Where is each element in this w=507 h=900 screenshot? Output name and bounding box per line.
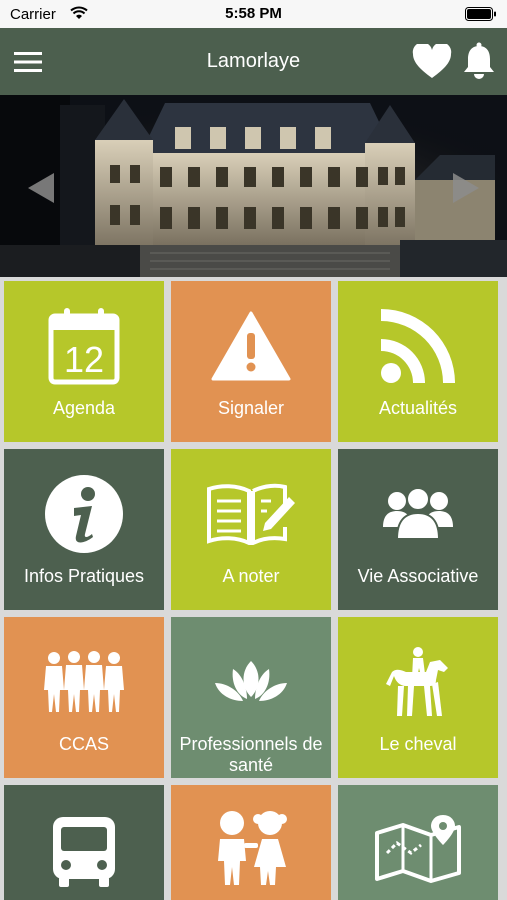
tile-a-noter[interactable]: A noter — [171, 449, 331, 610]
tile-agenda[interactable]: 12 Agenda — [4, 281, 164, 442]
group-icon — [383, 487, 453, 540]
tile-label: Professionnels de santé — [179, 734, 323, 775]
lotus-icon — [215, 661, 287, 701]
children-icon — [218, 811, 287, 885]
tile-label: Infos Pratiques — [23, 566, 145, 586]
tile-plan[interactable] — [338, 785, 498, 900]
menu-grid: 12 Agenda Signaler Actualités Infos Prat… — [0, 277, 507, 900]
info-icon — [45, 475, 123, 553]
carousel-next-icon[interactable] — [451, 173, 481, 203]
tile-infos-pratiques[interactable]: Infos Pratiques — [4, 449, 164, 610]
status-bar: Carrier 5:58 PM — [0, 0, 507, 28]
calendar-day: 12 — [64, 339, 104, 380]
chateau-photo — [0, 95, 507, 277]
tile-signaler[interactable]: Signaler — [171, 281, 331, 442]
bus-icon — [53, 817, 115, 887]
tile-label: A noter — [222, 566, 280, 586]
heart-icon[interactable] — [412, 44, 452, 80]
tile-bus[interactable] — [4, 785, 164, 900]
tile-label: Agenda — [52, 398, 116, 418]
people-icon — [44, 651, 124, 712]
tile-label: Le cheval — [379, 734, 457, 754]
tile-label: Signaler — [217, 398, 285, 418]
bell-icon[interactable] — [462, 42, 496, 80]
tile-actualites[interactable]: Actualités — [338, 281, 498, 442]
hero-banner[interactable] — [0, 95, 507, 277]
tile-enfance[interactable] — [171, 785, 331, 900]
tile-label: CCAS — [58, 734, 109, 754]
tile-le-cheval[interactable]: Le cheval — [338, 617, 498, 778]
notebook-icon — [207, 483, 295, 545]
tile-ccas[interactable]: CCAS — [4, 617, 164, 778]
clock: 5:58 PM — [225, 5, 282, 22]
tile-label: Vie Associative — [357, 566, 479, 586]
app-header: Lamorlaye — [0, 28, 507, 95]
tile-professionnels-sante[interactable]: Professionnels de santé — [171, 617, 331, 778]
tile-label: Actualités — [378, 398, 458, 418]
carousel-prev-icon[interactable] — [26, 173, 56, 203]
map-icon — [375, 815, 461, 883]
horse-rider-icon — [386, 647, 448, 716]
tile-vie-associative[interactable]: Vie Associative — [338, 449, 498, 610]
rss-icon — [381, 309, 455, 383]
calendar-icon: 12 — [48, 308, 120, 385]
battery-icon — [465, 7, 496, 21]
warning-icon — [211, 311, 291, 381]
